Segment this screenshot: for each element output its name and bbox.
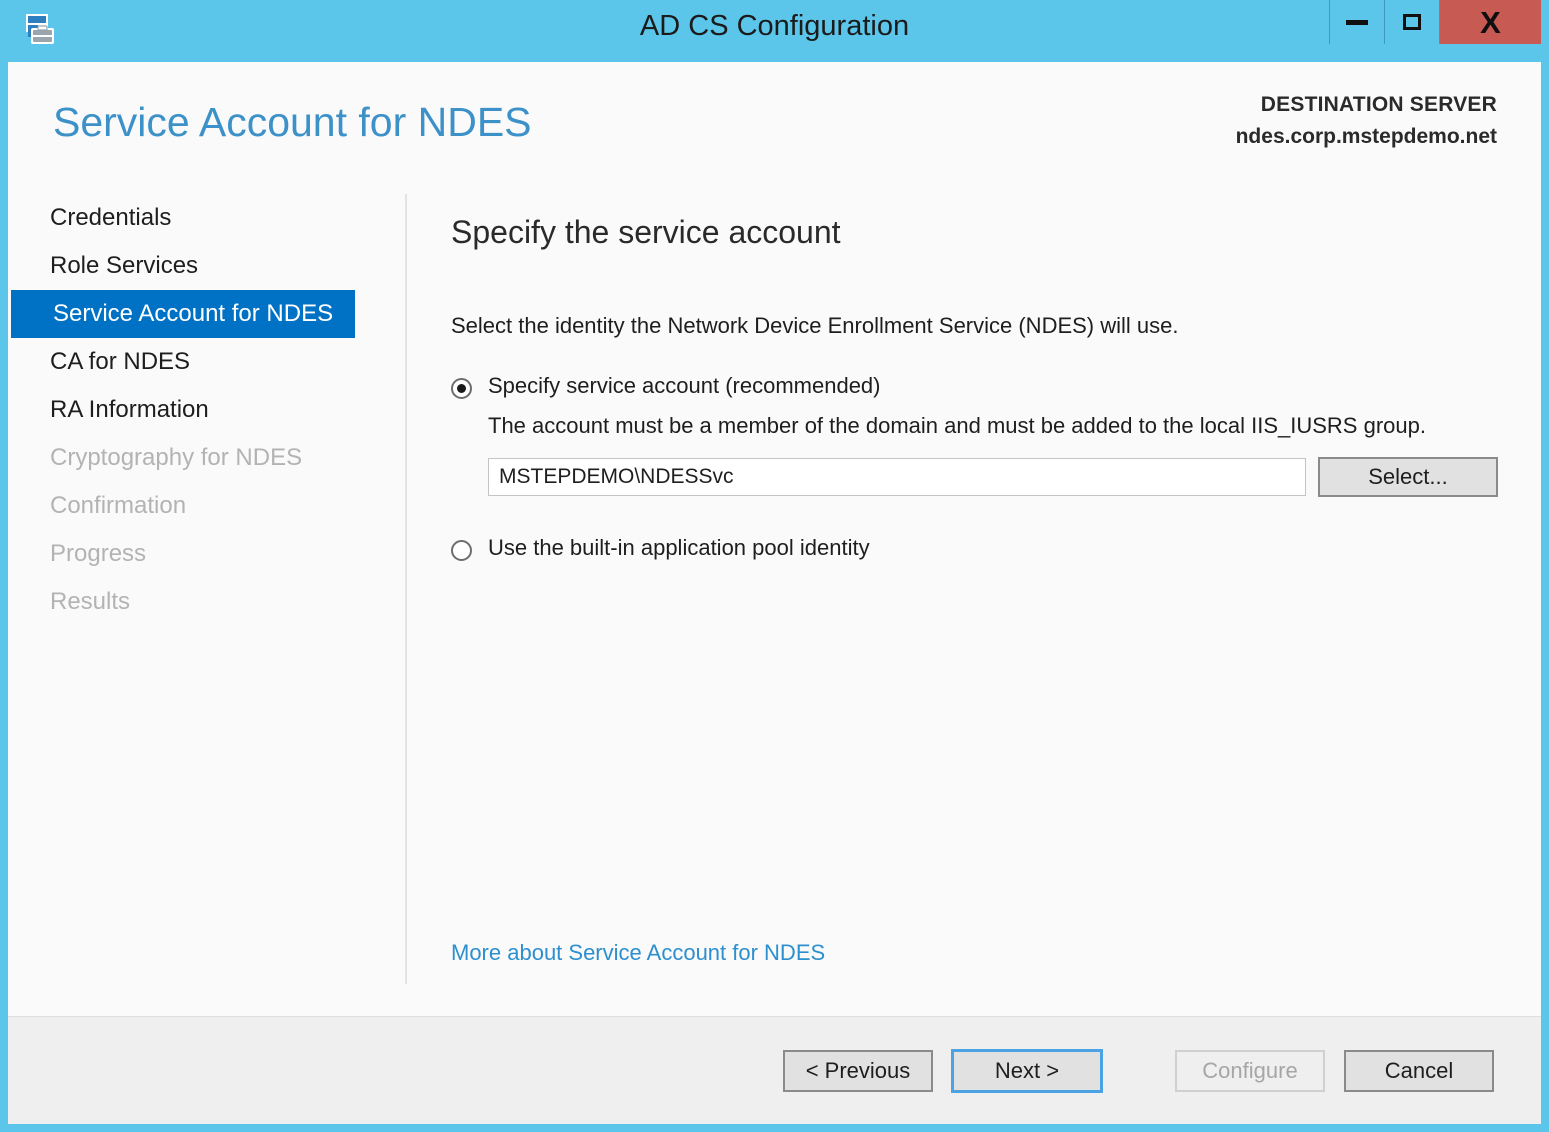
title-bar: AD CS Configuration X xyxy=(8,0,1541,62)
wizard-step-nav: Credentials Role Services Service Accoun… xyxy=(8,194,407,984)
sidebar-item-role-services[interactable]: Role Services xyxy=(8,242,405,290)
maximize-icon xyxy=(1403,14,1421,30)
sidebar-item-cryptography-for-ndes: Cryptography for NDES xyxy=(8,434,405,482)
sidebar-item-label: Confirmation xyxy=(50,492,186,519)
sidebar-item-results: Results xyxy=(8,578,405,626)
destination-server-label: DESTINATION SERVER xyxy=(1236,89,1497,121)
minimize-button[interactable] xyxy=(1329,0,1384,44)
client-area: Service Account for NDES DESTINATION SER… xyxy=(8,62,1541,1124)
close-button[interactable]: X xyxy=(1439,0,1541,44)
sidebar-item-service-account-for-ndes[interactable]: Service Account for NDES xyxy=(11,290,355,338)
content-description: Select the identity the Network Device E… xyxy=(451,313,1541,339)
radio-label-app-pool-identity: Use the built-in application pool identi… xyxy=(488,535,870,561)
sidebar-item-credentials[interactable]: Credentials xyxy=(8,194,405,242)
page-header: Service Account for NDES DESTINATION SER… xyxy=(8,62,1541,194)
sidebar-item-label: Credentials xyxy=(50,204,171,231)
service-account-input[interactable]: MSTEPDEMO\NDESSvc xyxy=(488,458,1306,496)
content-pane: Specify the service account Select the i… xyxy=(407,194,1541,984)
configure-button: Configure xyxy=(1175,1050,1325,1092)
sidebar-item-label: Results xyxy=(50,588,130,615)
body-area: Credentials Role Services Service Accoun… xyxy=(8,194,1541,994)
sidebar-item-label: Role Services xyxy=(50,252,198,279)
content-heading: Specify the service account xyxy=(451,194,1541,251)
sidebar-item-label: Progress xyxy=(50,540,146,567)
sidebar-item-label: RA Information xyxy=(50,396,209,423)
sidebar-item-label: Cryptography for NDES xyxy=(50,444,302,471)
cancel-button[interactable]: Cancel xyxy=(1344,1050,1494,1092)
more-about-link[interactable]: More about Service Account for NDES xyxy=(451,940,825,966)
option-app-pool-identity: Use the built-in application pool identi… xyxy=(451,535,1541,561)
sidebar-item-ra-information[interactable]: RA Information xyxy=(8,386,405,434)
option-specify-service-account: Specify service account (recommended) Th… xyxy=(451,373,1541,497)
radio-row-specify-service-account[interactable]: Specify service account (recommended) xyxy=(451,373,1541,399)
ad-cs-configuration-window: AD CS Configuration X Service Account fo… xyxy=(0,0,1549,1132)
radio-app-pool-identity[interactable] xyxy=(451,540,472,561)
wizard-footer: < Previous Next > Configure Cancel xyxy=(8,1016,1541,1124)
radio-row-app-pool-identity[interactable]: Use the built-in application pool identi… xyxy=(451,535,1541,561)
sidebar-item-label: CA for NDES xyxy=(50,348,190,375)
service-account-hint: The account must be a member of the doma… xyxy=(488,413,1541,439)
page-title: Service Account for NDES xyxy=(53,99,532,146)
sidebar-item-ca-for-ndes[interactable]: CA for NDES xyxy=(8,338,405,386)
radio-label-specify-service-account: Specify service account (recommended) xyxy=(488,373,881,399)
sidebar-item-progress: Progress xyxy=(8,530,405,578)
previous-button[interactable]: < Previous xyxy=(783,1050,933,1092)
window-controls: X xyxy=(1329,0,1541,44)
select-account-button[interactable]: Select... xyxy=(1318,457,1498,497)
next-button[interactable]: Next > xyxy=(952,1050,1102,1092)
close-icon: X xyxy=(1480,7,1501,38)
maximize-button[interactable] xyxy=(1384,0,1439,44)
sidebar-item-confirmation: Confirmation xyxy=(8,482,405,530)
destination-server-name: ndes.corp.mstepdemo.net xyxy=(1236,121,1497,153)
minimize-icon xyxy=(1346,20,1368,25)
sidebar-item-label: Service Account for NDES xyxy=(53,300,333,327)
service-account-field-row: MSTEPDEMO\NDESSvc Select... xyxy=(488,457,1541,497)
destination-server-block: DESTINATION SERVER ndes.corp.mstepdemo.n… xyxy=(1236,89,1497,153)
window-title: AD CS Configuration xyxy=(8,10,1541,43)
radio-specify-service-account[interactable] xyxy=(451,378,472,399)
